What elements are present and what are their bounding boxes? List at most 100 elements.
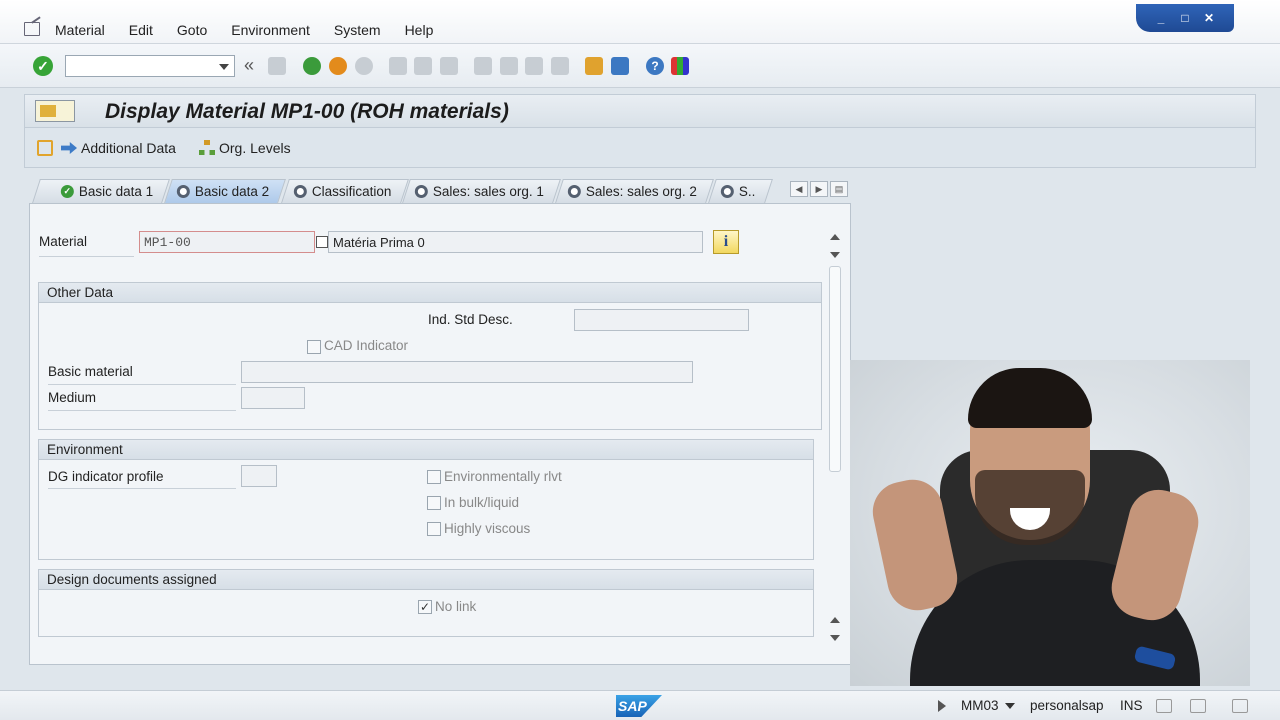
group-title: Other Data [39,283,821,303]
ind-std-desc-field[interactable] [574,309,749,331]
standard-toolbar: ✓ « ? [0,44,1280,88]
layout-menu-icon[interactable] [671,57,689,75]
material-label: Material [39,234,88,249]
find-next-icon[interactable] [440,57,458,75]
new-session-icon[interactable] [585,57,603,75]
log-icon[interactable] [1156,699,1172,713]
presenter-hair [968,368,1092,428]
highly-viscous-checkbox[interactable] [427,522,441,536]
transaction-menu-icon[interactable] [35,100,75,122]
menu-goto[interactable]: Goto [177,22,207,38]
title-bar: Display Material MP1-00 (ROH materials) [24,94,1256,128]
tab-classification[interactable]: Classification [280,179,409,203]
in-bulk-label: In bulk/liquid [444,495,520,510]
no-link-checkbox[interactable]: ✓ [418,600,432,614]
info-icon[interactable]: i [713,230,739,254]
tab-list-icon[interactable]: ▤ [830,181,848,197]
lock-icon[interactable] [1232,699,1248,713]
menu-list: Material Edit Goto Environment System He… [55,22,457,38]
transaction-code[interactable]: MM03 [961,698,999,713]
system-name: personalsap [1030,698,1104,713]
ind-std-desc-label: Ind. Std Desc. [428,312,513,327]
tab-sales-org-1[interactable]: Sales: sales org. 1 [402,179,562,203]
shortcut-icon[interactable] [611,57,629,75]
next-page-icon[interactable] [525,57,543,75]
menu-edit[interactable]: Edit [129,22,153,38]
basic-material-field[interactable] [241,361,693,383]
other-data-group: Other Data [38,282,822,430]
find-icon[interactable] [414,57,432,75]
in-bulk-checkbox[interactable] [427,496,441,510]
gear-icon [293,185,307,198]
insert-mode[interactable]: INS [1120,698,1143,713]
tab-label: Basic data 2 [195,184,270,199]
org-levels-button[interactable]: Org. Levels [199,140,291,156]
scroll-up-icon[interactable] [830,617,840,623]
first-page-icon[interactable] [474,57,492,75]
exit-icon[interactable] [329,57,347,75]
org-levels-label: Org. Levels [219,140,291,156]
cad-indicator-label: CAD Indicator [324,338,409,353]
tab-sales-org-2[interactable]: Sales: sales org. 2 [555,179,715,203]
collapse-icon[interactable]: « [244,56,262,75]
scroll-down-icon[interactable] [830,635,840,641]
group-title: Environment [39,440,813,460]
cancel-icon[interactable] [355,57,373,75]
tab-basic-data-1[interactable]: ✓ Basic data 1 [32,179,171,203]
previous-page-icon[interactable] [500,57,518,75]
application-toolbar: Additional Data Org. Levels [24,128,1256,168]
last-page-icon[interactable] [551,57,569,75]
scroll-thumb[interactable] [829,266,841,472]
menu-environment[interactable]: Environment [231,22,310,38]
env-relevant-checkbox[interactable] [427,470,441,484]
maximize-button[interactable]: □ [1176,10,1194,26]
scroll-down-icon[interactable] [830,252,840,258]
save-icon[interactable] [268,57,286,75]
presenter-video [850,360,1250,686]
tab-scroll-right-icon[interactable]: ▶ [810,181,828,197]
menu-system[interactable]: System [334,22,381,38]
material-description-field[interactable]: Matéria Prima 0 [328,231,703,253]
menu-shortcut-icon[interactable] [24,22,40,36]
help-icon[interactable]: ? [646,57,664,75]
tab-more[interactable]: S.. [708,179,773,203]
tab-scroll-left-icon[interactable]: ◀ [790,181,808,197]
enter-check-icon[interactable]: ✓ [33,56,53,76]
copy-icon[interactable] [316,236,328,248]
tab-label: Sales: sales org. 2 [586,184,698,199]
print-icon[interactable] [389,57,407,75]
environment-group: Environment [38,439,814,560]
no-link-label: No link [435,599,477,614]
arrow-right-icon [61,142,77,154]
env-relevant-label: Environmentally rlvt [444,469,562,484]
dg-indicator-field[interactable] [241,465,277,487]
cad-indicator-checkbox[interactable] [307,340,321,354]
close-button[interactable]: ✕ [1200,10,1218,26]
tab-label: Classification [311,184,391,199]
medium-label: Medium [48,390,97,405]
medium-field[interactable] [241,387,305,409]
additional-data-button[interactable]: Additional Data [61,140,176,156]
org-structure-icon [199,140,215,156]
command-dropdown-icon[interactable] [219,64,229,70]
vertical-scrollbar[interactable] [827,228,843,648]
menu-bar: Material Edit Goto Environment System He… [0,0,1280,44]
tab-label: Basic data 1 [78,184,154,199]
tab-navigation: ◀ ▶ ▤ [790,181,848,197]
highly-viscous-label: Highly viscous [444,521,531,536]
group-title: Design documents assigned [39,570,813,590]
tab-basic-data-2[interactable]: Basic data 2 [164,179,287,203]
material-field[interactable]: MP1-00 [139,231,315,253]
dg-indicator-label: DG indicator profile [48,469,164,484]
chevron-down-icon[interactable] [1005,703,1015,709]
minimize-button[interactable]: _ [1152,10,1170,26]
play-icon[interactable] [938,700,946,712]
scroll-up-icon[interactable] [830,234,840,240]
check-icon: ✓ [60,185,74,198]
connection-icon[interactable] [1190,699,1206,713]
command-field[interactable] [65,55,235,77]
other-material-icon[interactable] [37,140,53,156]
back-icon[interactable] [303,57,321,75]
menu-help[interactable]: Help [405,22,434,38]
menu-material[interactable]: Material [55,22,105,38]
